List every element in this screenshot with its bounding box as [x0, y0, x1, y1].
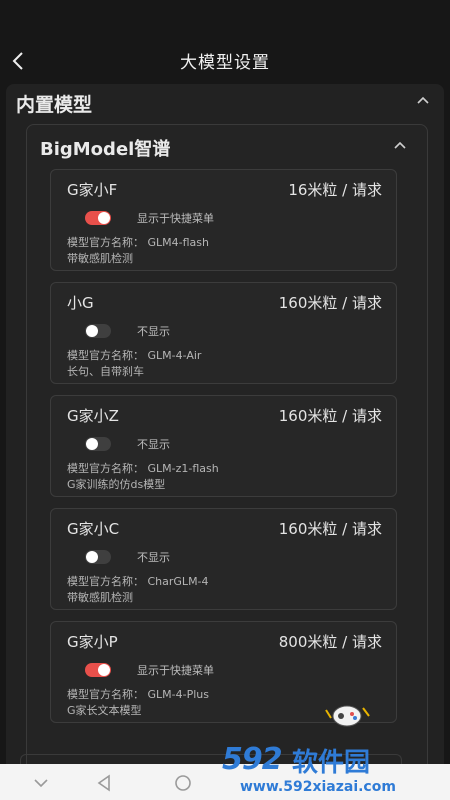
page-title: 大模型设置	[180, 53, 270, 73]
model-price: 160米粒 / 请求	[278, 407, 382, 425]
model-name: G家小C	[67, 520, 120, 538]
top-bar: 大模型设置	[0, 0, 450, 88]
model-card[interactable]: 小G 160米粒 / 请求 不显示 模型官方名称： GLM-4-Air 长句、自…	[50, 282, 397, 384]
shortcut-toggle[interactable]	[85, 663, 111, 677]
watermark-brand-cn: 软件园	[292, 748, 371, 778]
nav-collapse-icon[interactable]	[30, 772, 52, 794]
model-description: 带敏感肌检测	[67, 252, 133, 265]
toggle-label: 不显示	[137, 551, 170, 564]
nav-back-icon[interactable]	[94, 772, 116, 794]
toggle-knob	[98, 664, 110, 676]
shortcut-toggle[interactable]	[85, 550, 111, 564]
toggle-label: 显示于快捷菜单	[137, 664, 214, 677]
model-price: 800米粒 / 请求	[278, 633, 382, 651]
toggle-knob	[86, 551, 98, 563]
shortcut-toggle[interactable]	[85, 211, 111, 225]
model-description: G家长文本模型	[67, 704, 142, 717]
provider-title[interactable]: BigModel智谱	[40, 135, 170, 161]
shortcut-toggle[interactable]	[85, 324, 111, 338]
toggle-knob	[86, 438, 98, 450]
model-card[interactable]: G家小C 160米粒 / 请求 不显示 模型官方名称： CharGLM-4 带敏…	[50, 508, 397, 610]
official-name: 模型官方名称： GLM-4-Plus	[67, 688, 209, 701]
model-price: 16米粒 / 请求	[288, 181, 382, 199]
shortcut-toggle[interactable]	[85, 437, 111, 451]
model-card[interactable]: G家小Z 160米粒 / 请求 不显示 模型官方名称： GLM-z1-flash…	[50, 395, 397, 497]
builtin-models-section: 内置模型 BigModel智谱 G家小F 16米粒 / 请求 显示于快捷菜单 模…	[6, 84, 444, 776]
toggle-label: 不显示	[137, 325, 170, 338]
official-name: 模型官方名称： GLM-4-Air	[67, 349, 202, 362]
toggle-label: 不显示	[137, 438, 170, 451]
model-name: G家小F	[67, 181, 118, 199]
model-price: 160米粒 / 请求	[278, 520, 382, 538]
model-name: G家小P	[67, 633, 118, 651]
model-card[interactable]: G家小F 16米粒 / 请求 显示于快捷菜单 模型官方名称： GLM4-flas…	[50, 169, 397, 271]
official-name: 模型官方名称： CharGLM-4	[67, 575, 209, 588]
model-description: G家训练的仿ds模型	[67, 478, 166, 491]
model-description: 长句、自带刹车	[67, 365, 144, 378]
chevron-up-icon[interactable]	[391, 137, 409, 155]
model-name: G家小Z	[67, 407, 119, 425]
provider-group-bigmodel: BigModel智谱 G家小F 16米粒 / 请求 显示于快捷菜单 模型官方名称…	[26, 124, 428, 776]
official-name: 模型官方名称： GLM-z1-flash	[67, 462, 219, 475]
chevron-up-icon[interactable]	[414, 92, 432, 110]
toggle-knob	[98, 212, 110, 224]
toggle-knob	[86, 325, 98, 337]
watermark-brand: 592	[222, 742, 283, 777]
model-name: 小G	[67, 294, 94, 312]
nav-home-icon[interactable]	[172, 772, 194, 794]
model-price: 160米粒 / 请求	[278, 294, 382, 312]
official-name: 模型官方名称： GLM4-flash	[67, 236, 209, 249]
toggle-label: 显示于快捷菜单	[137, 212, 214, 225]
watermark-url: www.592xiazai.com	[240, 779, 396, 795]
section-title[interactable]: 内置模型	[16, 90, 92, 117]
model-description: 带敏感肌检测	[67, 591, 133, 604]
